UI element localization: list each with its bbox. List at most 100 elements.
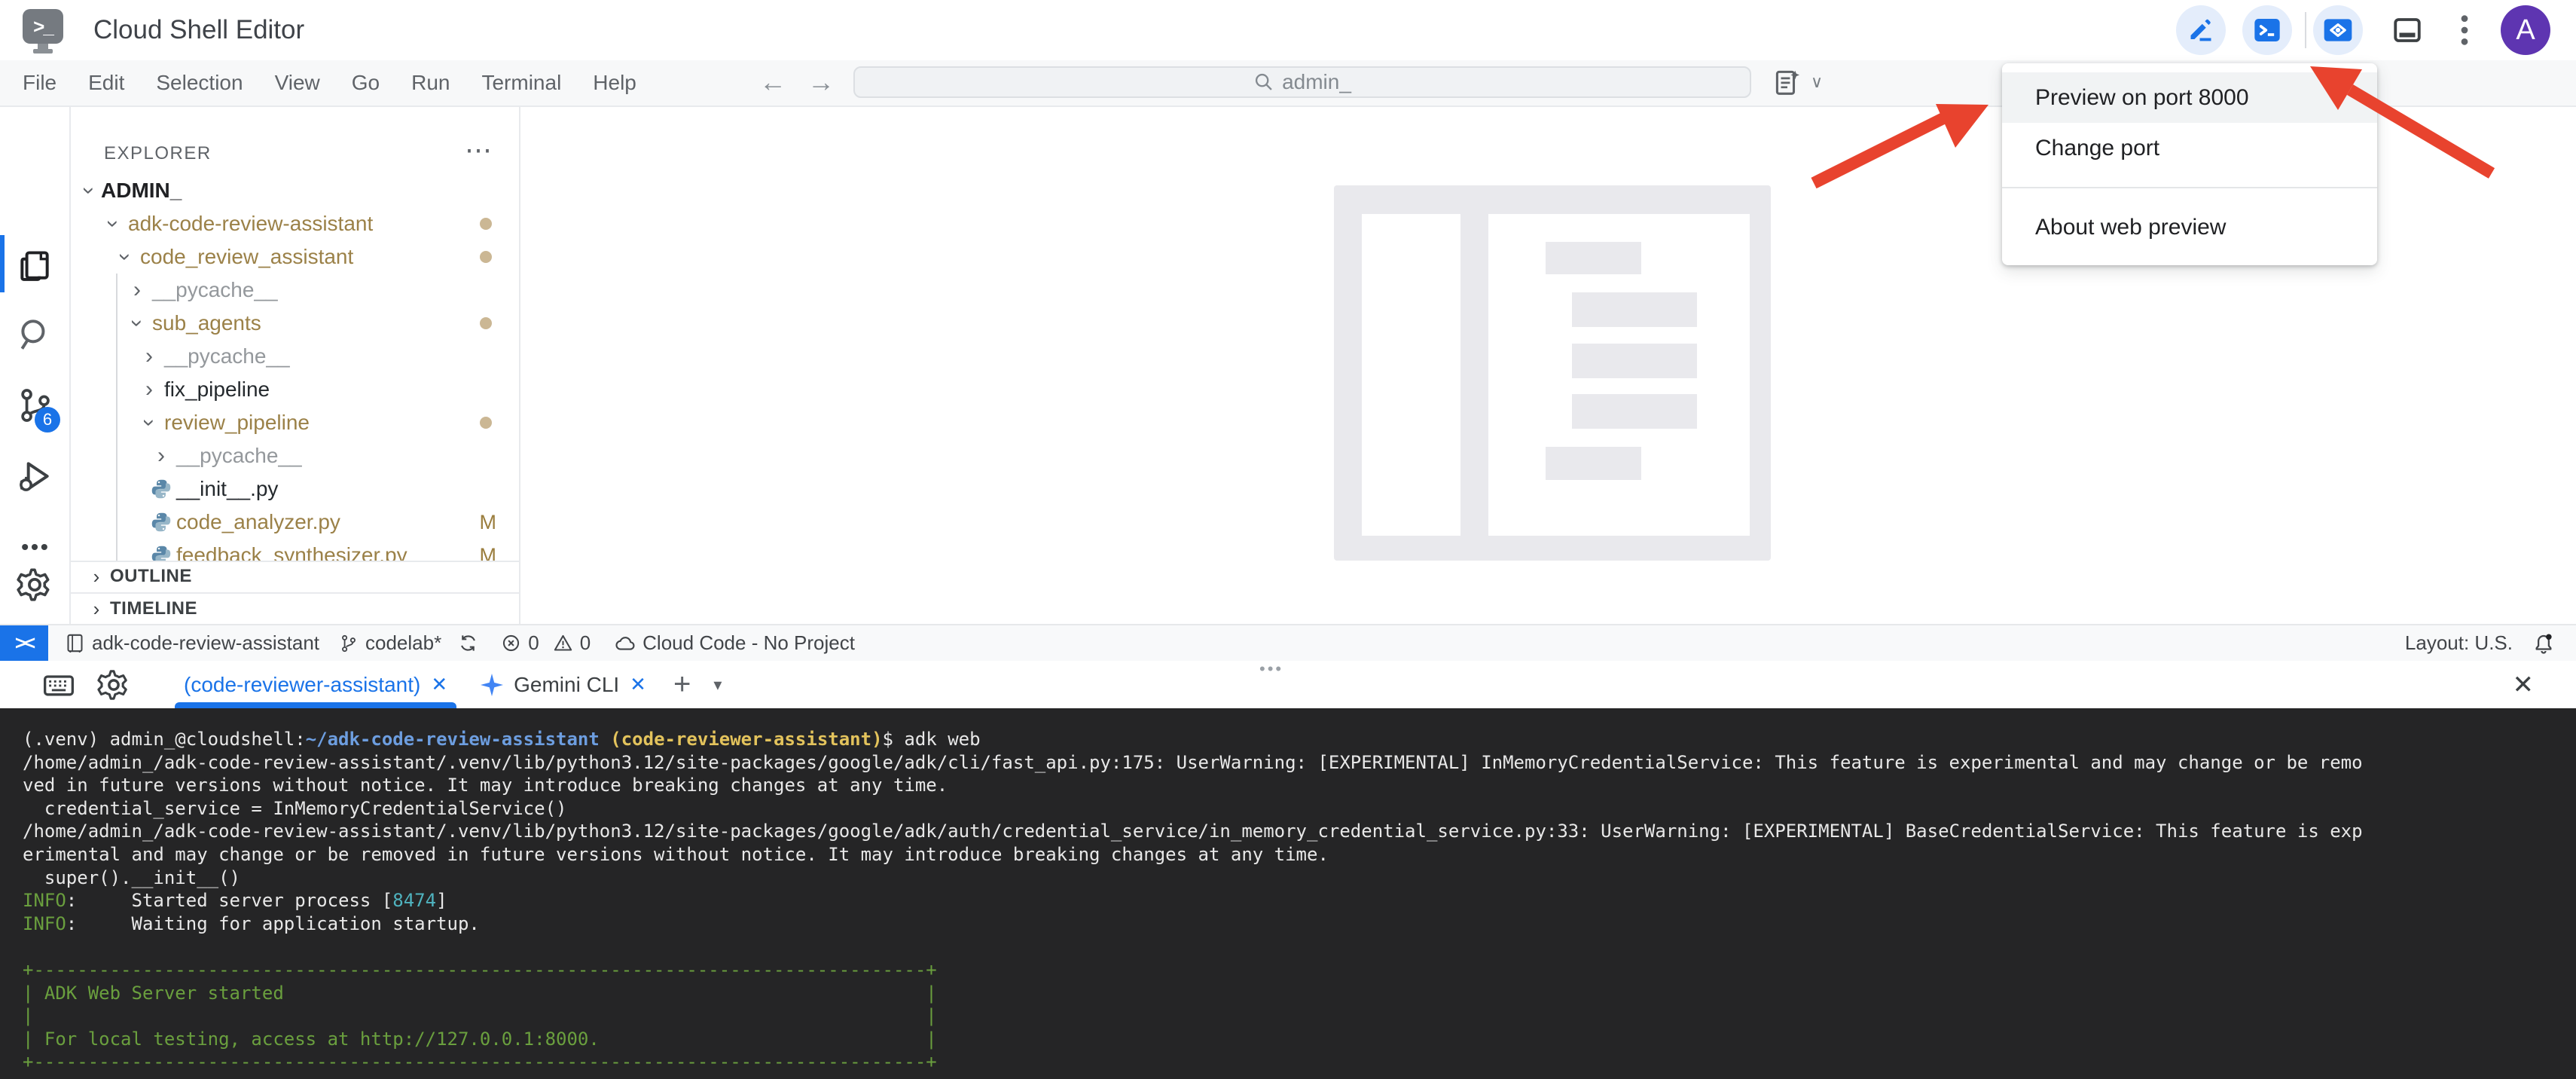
tree-item-code-review-assistant[interactable]: ›code_review_assistant xyxy=(71,240,519,274)
terminal-dropdown-icon[interactable]: ▾ xyxy=(713,675,722,695)
sidebar-item-search[interactable] xyxy=(0,300,69,369)
modified-dot-badge xyxy=(480,218,492,230)
modified-dot-badge xyxy=(480,251,492,263)
cloud-code-status-item[interactable]: Cloud Code - No Project xyxy=(615,631,855,655)
more-options-button[interactable] xyxy=(2440,5,2489,55)
page-title: Cloud Shell Editor xyxy=(93,0,304,60)
menu-file[interactable]: File xyxy=(23,71,56,95)
keyboard-layout-status[interactable]: Layout: U.S. xyxy=(2405,631,2513,655)
chevron-right-icon: › xyxy=(127,277,148,303)
terminal-line: +---------------------------------------… xyxy=(23,958,2576,982)
timeline-section[interactable]: › TIMELINE xyxy=(71,592,519,624)
app-header: >_ Cloud Shell Editor A xyxy=(0,0,2576,60)
user-avatar[interactable]: A xyxy=(2501,5,2550,55)
chevron-right-icon: › xyxy=(86,565,107,588)
tree-item-pycache[interactable]: ›__pycache__ xyxy=(71,340,519,373)
web-preview-icon xyxy=(2321,14,2355,47)
menu-item-change-port[interactable]: Change port xyxy=(2002,123,2377,173)
toggle-panel-button[interactable] xyxy=(2382,5,2432,55)
chevron-right-icon: › xyxy=(139,377,160,402)
history-back-button[interactable]: ← xyxy=(759,60,786,104)
terminal-output[interactable]: (.venv) admin_@cloudshell:~/adk-code-rev… xyxy=(0,708,2576,1079)
close-panel-button[interactable]: ✕ xyxy=(2513,670,2535,700)
panel-resize-handle[interactable]: ••• xyxy=(1259,659,1283,679)
search-input[interactable]: admin_ xyxy=(853,66,1751,98)
search-view-icon xyxy=(16,316,53,353)
remote-indicator[interactable]: >< xyxy=(0,625,48,661)
new-terminal-button[interactable]: + xyxy=(673,668,691,702)
terminal-line: | ADK Web Server started | xyxy=(23,982,2576,1005)
workspace-status-item[interactable]: adk-code-review-assistant xyxy=(65,631,319,655)
layout-doc-icon xyxy=(1775,68,1800,96)
tree-item-code-analyzer-py[interactable]: code_analyzer.pyM xyxy=(71,506,519,539)
notebook-icon xyxy=(65,633,85,653)
menu-selection[interactable]: Selection xyxy=(156,71,243,95)
menu-item-about-web-preview[interactable]: About web preview xyxy=(2002,202,2377,252)
chevron-right-icon: › xyxy=(151,443,172,469)
tree-item-sub-agents[interactable]: ›sub_agents xyxy=(71,307,519,340)
terminal-tab-bar: ••• (code-reviewer-assistant) ✕ Gemini C… xyxy=(0,661,2576,708)
tree-item-fix-pipeline[interactable]: ›fix_pipeline xyxy=(71,373,519,406)
scm-pending-badge: 6 xyxy=(35,407,60,433)
sidebar-item-source-control[interactable]: 6 xyxy=(0,371,69,440)
search-icon xyxy=(1253,72,1274,93)
activity-bar: 6 xyxy=(0,105,71,624)
tree-item-label: __pycache__ xyxy=(152,278,278,302)
tree-item-review-pipeline[interactable]: ›review_pipeline xyxy=(71,406,519,439)
keyboard-icon xyxy=(42,668,75,702)
tree-item-admin[interactable]: ›ADMIN_ xyxy=(71,174,519,207)
tree-item-pycache[interactable]: ›__pycache__ xyxy=(71,439,519,472)
menu-help[interactable]: Help xyxy=(593,71,636,95)
menu-go[interactable]: Go xyxy=(352,71,380,95)
editor-layout-switcher[interactable]: ∨ xyxy=(1775,68,1827,96)
placeholder-sidebar xyxy=(1362,214,1460,536)
menu-edit[interactable]: Edit xyxy=(88,71,124,95)
menu-terminal[interactable]: Terminal xyxy=(481,71,561,95)
files-icon xyxy=(16,245,53,283)
close-tab-icon[interactable]: ✕ xyxy=(630,673,646,696)
errors-status-item[interactable]: 0 xyxy=(501,631,539,655)
sidebar-item-run-debug[interactable] xyxy=(0,442,69,511)
explorer-title: EXPLORER xyxy=(104,143,212,164)
terminal-settings-button[interactable] xyxy=(96,668,131,702)
open-terminal-button[interactable] xyxy=(2242,5,2292,55)
git-branch-status-item[interactable]: codelab* xyxy=(339,631,441,655)
menu-items: File Edit Selection View Go Run Terminal Help xyxy=(23,60,636,105)
close-tab-icon[interactable]: ✕ xyxy=(431,673,447,696)
sync-icon xyxy=(458,633,478,653)
terminal-tab-gemini-cli[interactable]: Gemini CLI ✕ xyxy=(481,661,646,708)
tree-item-label: __pycache__ xyxy=(164,344,290,368)
terminal-line: (.venv) admin_@cloudshell:~/adk-code-rev… xyxy=(23,728,2576,751)
menu-run[interactable]: Run xyxy=(411,71,450,95)
tree-item-feedback-synthesizer-py[interactable]: feedback_synthesizer.pyM xyxy=(71,539,519,561)
terminal-icon xyxy=(2252,15,2282,45)
branch-icon xyxy=(339,634,359,653)
tree-item-label: code_review_assistant xyxy=(140,245,353,269)
modified-dot-badge xyxy=(480,317,492,329)
tree-item-adk-code-review-assistant[interactable]: ›adk-code-review-assistant xyxy=(71,207,519,240)
terminal-tab-code-reviewer-assistant[interactable]: (code-reviewer-assistant) ✕ xyxy=(184,661,447,708)
tree-item-init-py[interactable]: __init__.py xyxy=(71,472,519,506)
panel-layout-icon xyxy=(2391,14,2423,46)
edit-pencil-button[interactable] xyxy=(2176,5,2226,55)
outline-section[interactable]: › OUTLINE xyxy=(71,561,519,591)
loading-placeholder-illustration xyxy=(1334,185,1771,561)
terminal-line: INFO: Waiting for application startup. xyxy=(23,912,2576,936)
sidebar-item-explorer[interactable] xyxy=(0,229,69,298)
keyboard-shortcuts-button[interactable] xyxy=(42,668,75,702)
warnings-status-item[interactable]: 0 xyxy=(553,631,591,655)
terminal-line: ved in future versions without notice. I… xyxy=(23,774,2576,797)
web-preview-button[interactable] xyxy=(2313,5,2363,55)
history-forward-button[interactable]: → xyxy=(807,60,835,104)
explorer-more-actions-icon[interactable]: ⋯ xyxy=(465,134,492,166)
sidebar-item-settings[interactable] xyxy=(0,550,69,619)
terminal-line: +---------------------------------------… xyxy=(23,1050,2576,1074)
notifications-bell-icon[interactable] xyxy=(2532,632,2555,655)
menu-view[interactable]: View xyxy=(275,71,320,95)
terminal-line: credential_service = InMemoryCredentialS… xyxy=(23,797,2576,821)
sync-status-item[interactable] xyxy=(458,633,478,653)
tree-item-pycache[interactable]: ›__pycache__ xyxy=(71,274,519,307)
cloud-icon xyxy=(615,633,636,654)
terminal-line: | | xyxy=(23,1004,2576,1028)
menu-item-preview-on-port-8000[interactable]: Preview on port 8000 xyxy=(2002,72,2377,123)
